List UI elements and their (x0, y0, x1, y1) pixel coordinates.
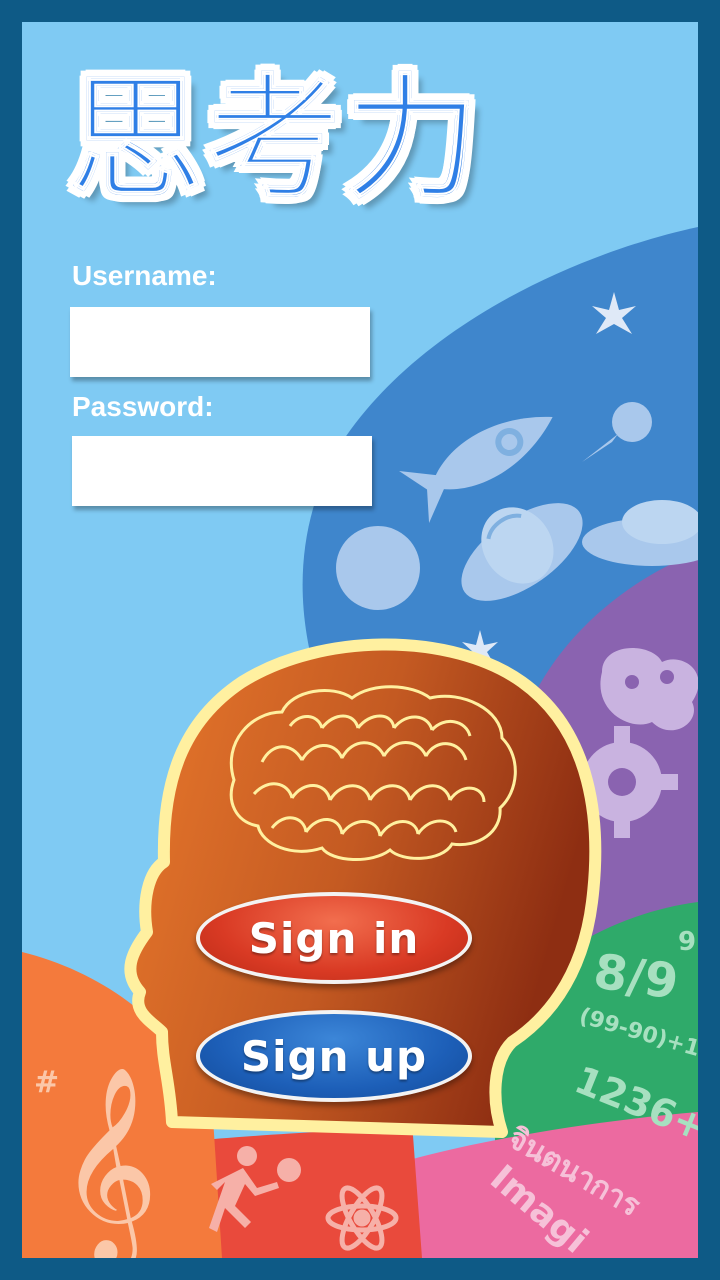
username-label: Username: (72, 260, 217, 291)
sign-in-button[interactable]: Sign in (196, 892, 472, 984)
app-screen: 8/9 9 (99-90)+10 1236+5 จินตนาการ Imagi … (22, 22, 698, 1258)
sharp-sign: # (34, 1065, 59, 1100)
math-fraction: 8/9 (590, 943, 681, 1010)
sign-in-label: Sign in (248, 913, 420, 963)
password-label: Password: (72, 391, 214, 422)
username-input[interactable] (70, 307, 370, 377)
treble-clef-icon: 𝄞 (58, 1065, 158, 1258)
planet-icon (336, 526, 420, 610)
password-input[interactable] (72, 436, 372, 506)
sign-up-button[interactable]: Sign up (196, 1010, 472, 1102)
sign-up-label: Sign up (240, 1031, 428, 1081)
app-title: 思考力 (67, 61, 482, 219)
math-superscript: 9 (678, 927, 696, 957)
